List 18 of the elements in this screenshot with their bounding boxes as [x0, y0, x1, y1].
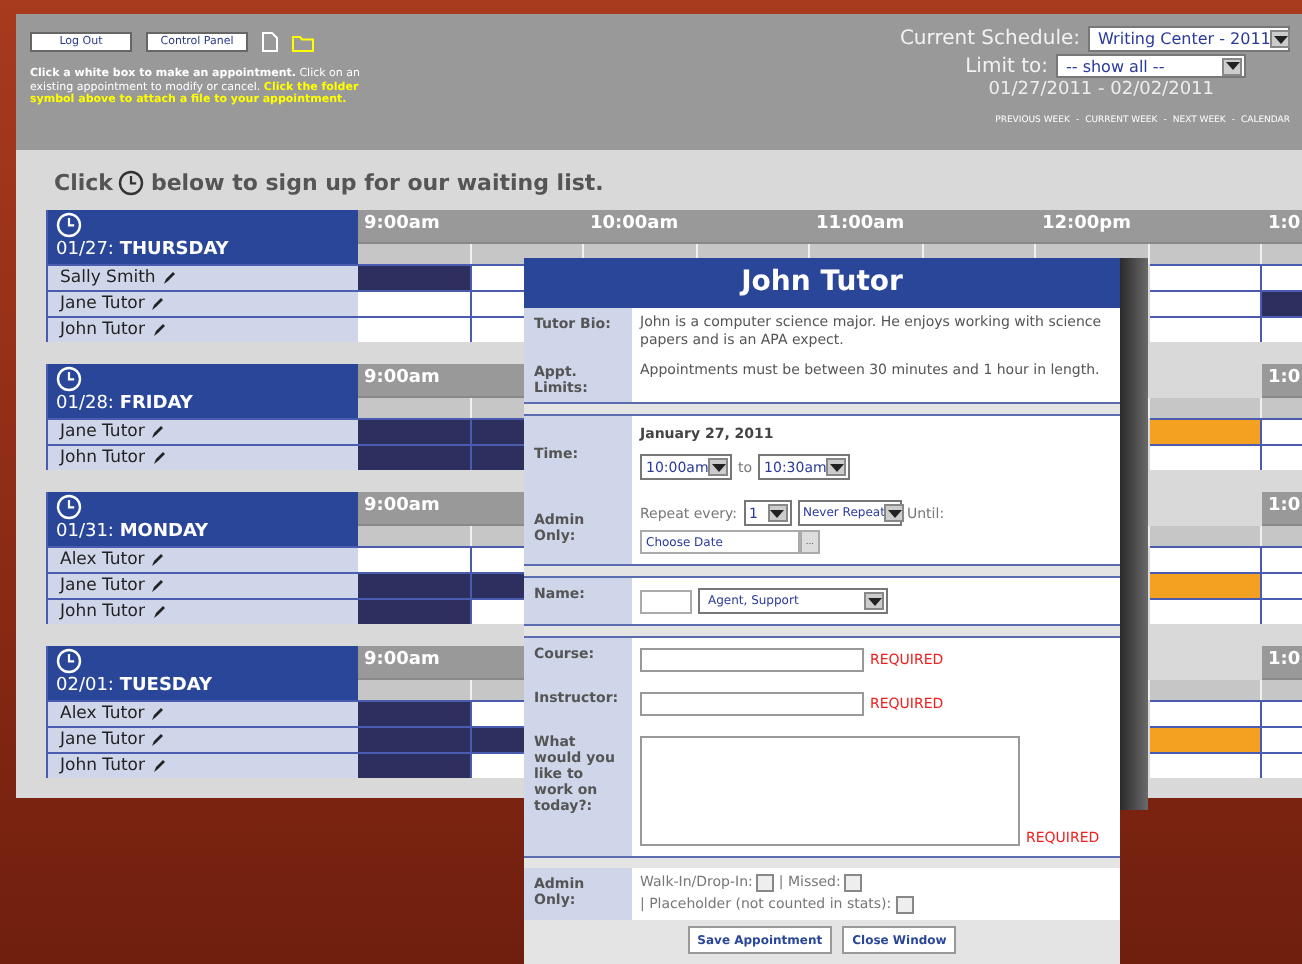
- hour-header: 12:00pm: [1036, 210, 1262, 244]
- hour-header: 1:0: [1262, 364, 1302, 398]
- hour-header: 11:00am: [810, 210, 1036, 244]
- day-title: 01/31: MONDAY: [56, 522, 209, 542]
- hour-header: 9:00am: [358, 210, 584, 244]
- schedule-label: Current Schedule:: [899, 28, 1080, 50]
- limit-label: Limit to:: [965, 55, 1048, 77]
- waitlist-text: below to sign up for our waiting list.: [150, 169, 604, 195]
- waitlist-text: Click: [54, 169, 113, 195]
- day-title: 02/01: TUESDAY: [56, 676, 213, 696]
- hour-header: 1:0: [1262, 210, 1302, 244]
- hour-header: 1:0: [1262, 492, 1302, 526]
- day-title: 01/28: FRIDAY: [56, 394, 193, 414]
- hour-header: 10:00am: [584, 210, 810, 244]
- hour-header: 1:0: [1262, 646, 1302, 680]
- dialog-title: John Tutor: [524, 258, 1120, 308]
- day-title: 01/27: THURSDAY: [56, 240, 229, 260]
- date-range: 01/27/2011 - 02/02/2011: [988, 80, 1214, 100]
